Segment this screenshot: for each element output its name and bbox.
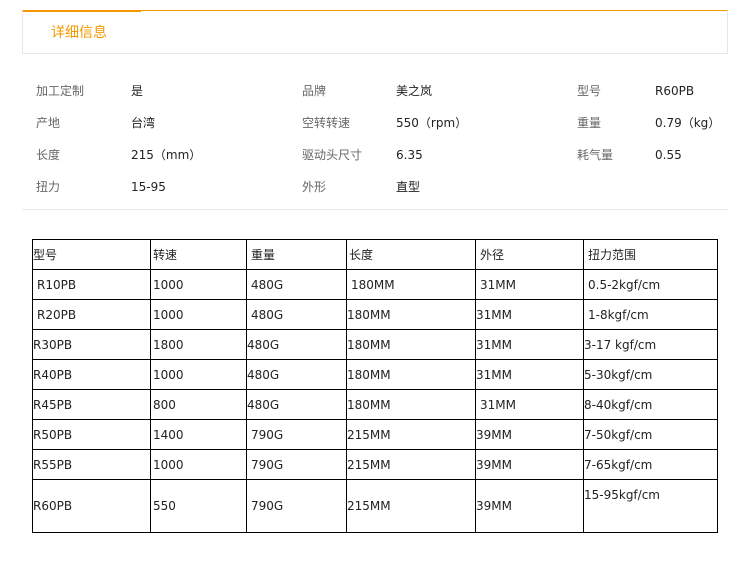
table-cell: 39MM [475, 419, 584, 450]
section-divider [22, 209, 728, 210]
table-cell: 180MM [346, 359, 476, 390]
table-cell: 215MM [346, 479, 476, 533]
table-cell: 1000 [150, 449, 247, 480]
table-cell: R60PB [32, 479, 151, 533]
table-cell: 8-40kgf/cm [583, 389, 718, 420]
table-row: R45PB 800 480G 180MM 31MM 8-40kgf/cm [32, 389, 718, 420]
table-row: R60PB 550 790G 215MM 39MM 15-95kgf/cm [32, 479, 718, 533]
table-cell: 7-65kgf/cm [583, 449, 718, 480]
table-cell: 480G [246, 269, 347, 300]
table-row: R55PB 1000 790G 215MM 39MM 7-65kgf/cm [32, 449, 718, 480]
table-cell: 480G [246, 359, 347, 390]
attr-label: 重量 [577, 116, 602, 130]
table-cell: R20PB [32, 299, 151, 330]
table-row: R40PB 1000 480G 180MM 31MM 5-30kgf/cm [32, 359, 718, 390]
col-header-torque: 扭力范围 [583, 239, 718, 270]
attr-label: 空转转速 [302, 116, 351, 130]
table-cell: 790G [246, 479, 347, 533]
table-cell: 31MM [475, 269, 584, 300]
table-cell: R45PB [32, 389, 151, 420]
table-cell: 480G [246, 329, 347, 360]
table-cell: 7-50kgf/cm [583, 419, 718, 450]
col-header-speed: 转速 [150, 239, 247, 270]
attr-value: 550（rpm） [396, 116, 468, 130]
col-header-diameter: 外径 [475, 239, 584, 270]
table-row: R10PB 1000 480G 180MM 31MM 0.5-2kgf/cm [32, 269, 718, 300]
table-cell: R40PB [32, 359, 151, 390]
table-cell: 31MM [475, 389, 584, 420]
table-row: R20PB 1000 480G 180MM 31MM 1-8kgf/cm [32, 299, 718, 330]
table-cell: 480G [246, 389, 347, 420]
table-cell: 1-8kgf/cm [583, 299, 718, 330]
table-header-row: 型号 转速 重量 长度 外径 扭力范围 [32, 239, 718, 270]
attr-value: 6.35 [396, 148, 423, 162]
table-cell: 180MM [346, 389, 476, 420]
table-cell: 1800 [150, 329, 247, 360]
table-cell: R55PB [32, 449, 151, 480]
table-cell: 550 [150, 479, 247, 533]
attr-value: R60PB [655, 84, 695, 98]
attr-label: 驱动头尺寸 [302, 148, 363, 162]
table-row: R50PB 1400 790G 215MM 39MM 7-50kgf/cm [32, 419, 718, 450]
attr-label: 型号 [577, 84, 602, 98]
attr-value: 15-95 [131, 180, 166, 194]
attr-value: 美之岚 [396, 84, 433, 98]
table-cell: 3-17 kgf/cm [583, 329, 718, 360]
attr-label: 长度 [36, 148, 61, 162]
table-cell: 39MM [475, 479, 584, 533]
table-cell: 800 [150, 389, 247, 420]
table-cell: R50PB [32, 419, 151, 450]
col-header-length: 长度 [346, 239, 476, 270]
table-cell: 1000 [150, 359, 247, 390]
table-cell: 1000 [150, 299, 247, 330]
table-cell: 31MM [475, 359, 584, 390]
table-cell: 180MM [346, 299, 476, 330]
table-cell: R30PB [32, 329, 151, 360]
attr-label: 外形 [302, 180, 327, 194]
attr-label: 耗气量 [577, 148, 614, 162]
table-row: R30PB 1800 480G 180MM 31MM 3-17 kgf/cm [32, 329, 718, 360]
col-header-model: 型号 [32, 239, 151, 270]
table-cell: 180MM [346, 329, 476, 360]
attr-label: 加工定制 [36, 84, 85, 98]
attr-value: 0.55 [655, 148, 682, 162]
table-cell: R10PB [32, 269, 151, 300]
attr-value: 是 [131, 84, 144, 98]
attr-value: 台湾 [131, 116, 156, 130]
table-cell: 31MM [475, 329, 584, 360]
table-cell: 480G [246, 299, 347, 330]
table-cell: 215MM [346, 449, 476, 480]
attr-value: 215（mm） [131, 148, 202, 162]
attr-label: 产地 [36, 116, 61, 130]
detail-header: 详细信息 [22, 10, 728, 54]
detail-title: 详细信息 [51, 25, 107, 41]
detail-tab[interactable]: 详细信息 [23, 10, 141, 54]
table-cell: 790G [246, 419, 347, 450]
attr-value: 0.79（kg） [655, 116, 721, 130]
table-cell: 1400 [150, 419, 247, 450]
table-cell: 790G [246, 449, 347, 480]
table-cell: 5-30kgf/cm [583, 359, 718, 390]
table-cell: 31MM [475, 299, 584, 330]
table-cell: 15-95kgf/cm [583, 479, 718, 533]
col-header-weight: 重量 [246, 239, 347, 270]
spec-table: 型号 转速 重量 长度 外径 扭力范围 R10PB 1000 480G 180M… [32, 239, 718, 533]
attr-label: 品牌 [302, 84, 327, 98]
table-cell: 180MM [346, 269, 476, 300]
attr-label: 扭力 [36, 180, 61, 194]
table-cell: 0.5-2kgf/cm [583, 269, 718, 300]
table-cell: 39MM [475, 449, 584, 480]
table-cell: 215MM [346, 419, 476, 450]
attr-value: 直型 [396, 180, 421, 194]
table-cell: 1000 [150, 269, 247, 300]
